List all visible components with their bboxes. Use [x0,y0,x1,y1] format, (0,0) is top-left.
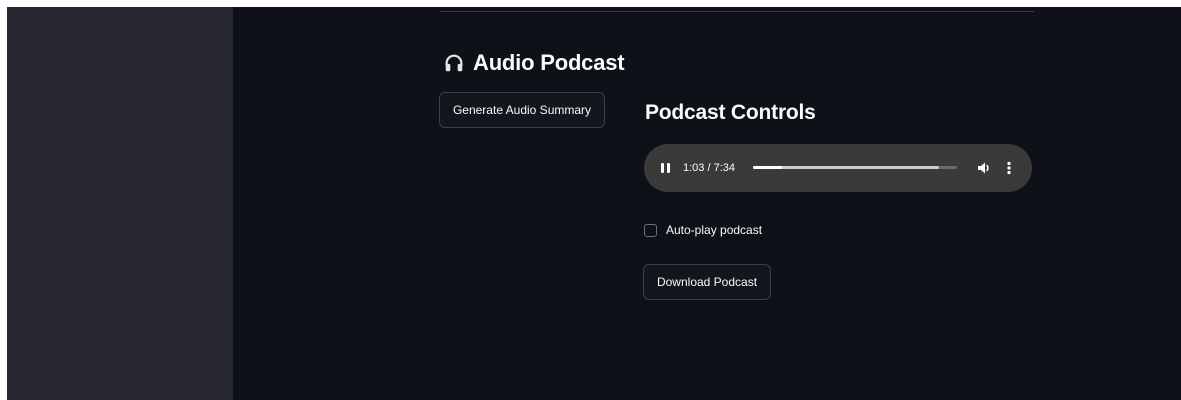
divider [440,11,1034,12]
autoplay-label: Auto-play podcast [666,223,763,237]
download-podcast-button[interactable]: Download Podcast [643,264,771,300]
autoplay-option[interactable]: Auto-play podcast [644,223,762,237]
more-options-icon[interactable] [1006,160,1012,176]
podcast-controls-heading: Podcast Controls [645,101,816,124]
progress-slider[interactable] [753,166,957,169]
generate-audio-summary-button[interactable]: Generate Audio Summary [439,92,605,128]
sidebar [7,7,233,400]
headphones-icon [443,52,465,74]
app-frame: Audio Podcast Generate Audio Summary Pod… [7,7,1181,400]
autoplay-checkbox[interactable] [644,223,657,237]
audio-player[interactable]: 1:03 / 7:34 [644,144,1032,192]
section-title: Audio Podcast [443,48,625,78]
volume-icon[interactable] [976,160,992,176]
progress-played [753,166,782,169]
pause-icon[interactable] [660,161,672,175]
section-title-text: Audio Podcast [473,50,625,75]
time-display: 1:03 / 7:34 [683,162,735,174]
